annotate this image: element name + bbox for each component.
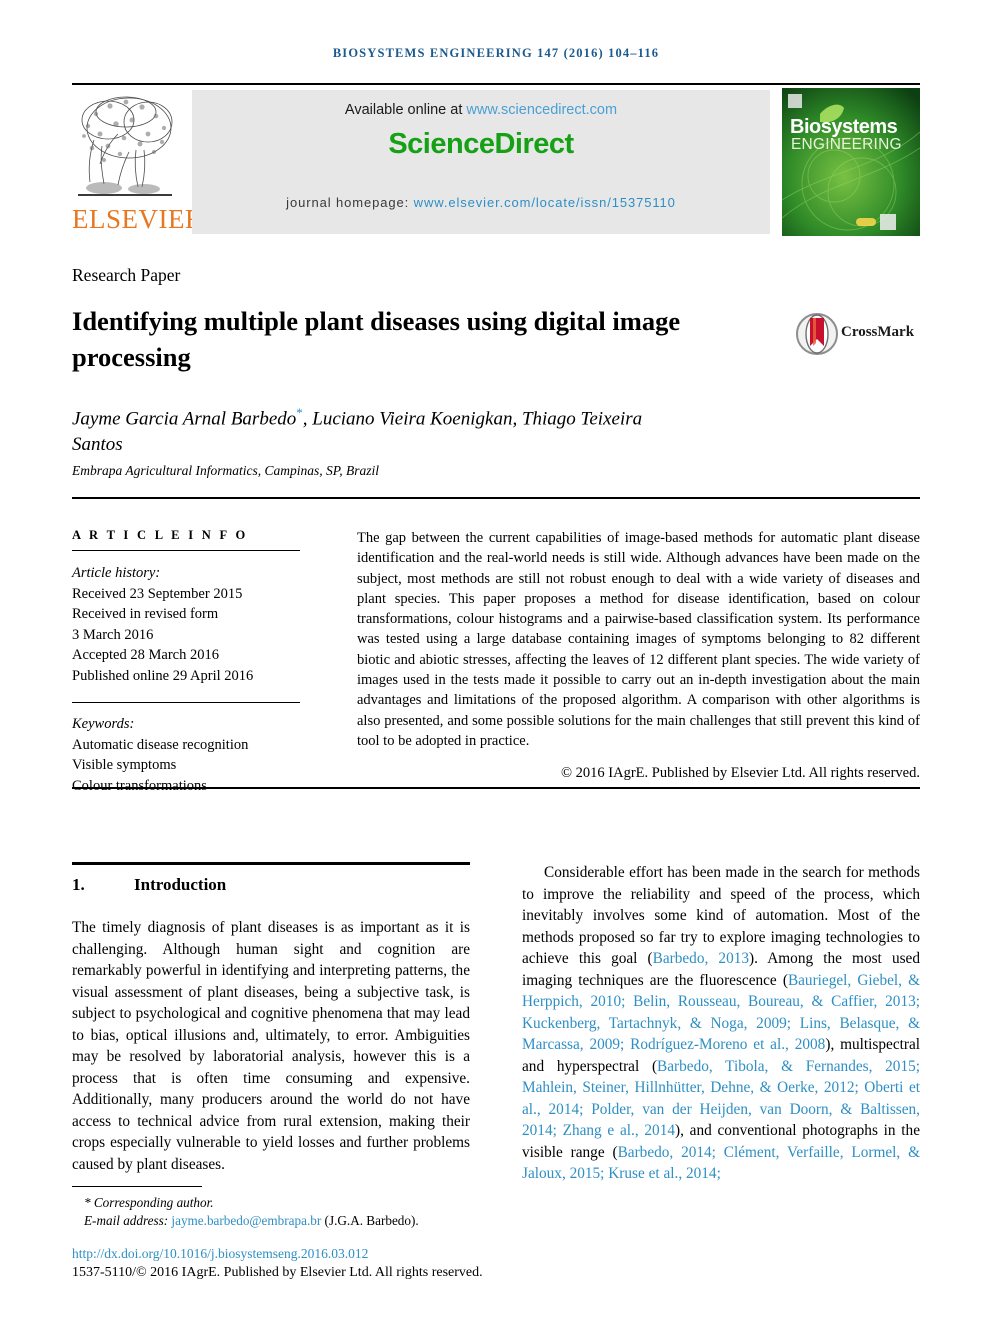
article-history-item: Received in revised form bbox=[72, 606, 219, 622]
sciencedirect-logo-text: ScienceDirect bbox=[388, 128, 574, 160]
section-top-rule bbox=[72, 862, 470, 865]
abstract-text: The gap between the current capabilities… bbox=[357, 530, 920, 749]
article-history-block: Article history: Received 23 September 2… bbox=[72, 563, 300, 686]
issn-copyright-line: 1537-5110/© 2016 IAgrE. Published by Els… bbox=[72, 1265, 483, 1280]
article-history-item: 3 March 2016 bbox=[72, 626, 154, 643]
section-title: Introduction bbox=[134, 875, 227, 894]
article-history-item: Published online 29 April 2016 bbox=[72, 667, 254, 684]
citation-link[interactable]: Barbedo, 2013 bbox=[653, 950, 749, 967]
keywords-divider bbox=[72, 702, 300, 703]
article-info-top-rule bbox=[72, 497, 920, 499]
journal-homepage-prefix: journal homepage: bbox=[286, 195, 414, 210]
article-history-item: Received 23 September 2015 bbox=[72, 585, 243, 602]
footnote-marker: * bbox=[84, 1195, 91, 1210]
cover-title-engineering: ENGINEERING bbox=[791, 136, 902, 153]
journal-homepage-link[interactable]: www.elsevier.com/locate/issn/15375110 bbox=[414, 195, 676, 210]
running-head: BIOSYSTEMS ENGINEERING 147 (2016) 104–11… bbox=[332, 46, 660, 60]
author-affiliation: Embrapa Agricultural Informatics, Campin… bbox=[72, 463, 380, 478]
abstract-copyright: © 2016 IAgrE. Published by Elsevier Ltd.… bbox=[561, 765, 920, 782]
body-column-left: 1. Introduction The timely diagnosis of p… bbox=[72, 862, 470, 1175]
footnote-block: * Corresponding author. E-mail address: … bbox=[72, 1194, 532, 1229]
footnote-corresponding-label: Corresponding author. bbox=[93, 1195, 214, 1210]
doi-link[interactable]: http://dx.doi.org/10.1016/j.biosystemsen… bbox=[72, 1246, 368, 1262]
body-paragraph: Considerable effort has been made in the… bbox=[522, 862, 920, 1185]
keywords-block: Keywords: Automatic disease recognition … bbox=[72, 714, 300, 796]
journal-masthead: ELSEVIER Available online at www.science… bbox=[72, 88, 920, 236]
sciencedirect-url-link[interactable]: www.sciencedirect.com bbox=[466, 102, 617, 118]
section-number: 1. bbox=[72, 875, 85, 894]
paper-page: BIOSYSTEMS ENGINEERING 147 (2016) 104–11… bbox=[0, 0, 992, 1323]
available-online-text: Available online at www.sciencedirect.co… bbox=[192, 102, 770, 118]
page-title: Identifying multiple plant diseases usin… bbox=[72, 306, 681, 372]
article-info-column: A R T I C L E I N F O Article history: R… bbox=[72, 528, 300, 796]
journal-homepage-text: journal homepage: www.elsevier.com/locat… bbox=[192, 195, 770, 210]
body-column-right: Considerable effort has been made in the… bbox=[522, 862, 920, 1185]
article-history-item: Accepted 28 March 2016 bbox=[72, 647, 219, 663]
section-heading-introduction: 1. Introduction bbox=[72, 875, 470, 895]
elsevier-tree-icon bbox=[74, 90, 176, 202]
available-online-prefix: Available online at bbox=[344, 102, 467, 118]
author-corresponding: Jayme Garcia Arnal Barbedo bbox=[72, 408, 297, 430]
keyword-item: Visible symptoms bbox=[72, 757, 177, 773]
footnote-divider bbox=[72, 1186, 202, 1187]
abstract-bottom-rule bbox=[72, 787, 920, 789]
article-info-heading: A R T I C L E I N F O bbox=[72, 528, 248, 542]
author-list: Jayme Garcia Arnal Barbedo*, Luciano Vie… bbox=[72, 400, 692, 458]
article-info-divider bbox=[72, 550, 300, 551]
cover-artwork-svg bbox=[782, 88, 920, 236]
elsevier-wordmark: ELSEVIER bbox=[72, 204, 204, 234]
journal-cover-image: Biosystems ENGINEERING bbox=[782, 88, 920, 236]
email-note: E-mail address: jayme.barbedo@embrapa.br… bbox=[72, 1212, 532, 1230]
sciencedirect-banner: Available online at www.sciencedirect.co… bbox=[192, 90, 770, 234]
article-type-label: Research Paper bbox=[72, 265, 181, 285]
email-label: E-mail address: bbox=[84, 1212, 172, 1228]
crossmark-label: CrossMark bbox=[841, 324, 915, 340]
masthead-top-rule bbox=[72, 83, 920, 85]
email-link[interactable]: jayme.barbedo@embrapa.br bbox=[171, 1213, 321, 1228]
article-history-label: Article history: bbox=[72, 565, 161, 581]
crossmark-badge[interactable]: CrossMark bbox=[795, 312, 915, 358]
keywords-label: Keywords: bbox=[72, 716, 135, 732]
corresponding-author-note: * Corresponding author. bbox=[72, 1194, 532, 1212]
crossmark-icon bbox=[796, 313, 838, 355]
email-owner: (J.G.A. Barbedo). bbox=[321, 1212, 419, 1228]
keyword-item: Automatic disease recognition bbox=[72, 736, 249, 753]
abstract-section: The gap between the current capabilities… bbox=[357, 528, 920, 784]
elsevier-logo: ELSEVIER bbox=[72, 88, 204, 236]
body-paragraph: The timely diagnosis of plant diseases i… bbox=[72, 919, 470, 1173]
keyword-item: Colour transformations bbox=[72, 777, 207, 794]
elsevier-tree-svg bbox=[78, 96, 173, 196]
